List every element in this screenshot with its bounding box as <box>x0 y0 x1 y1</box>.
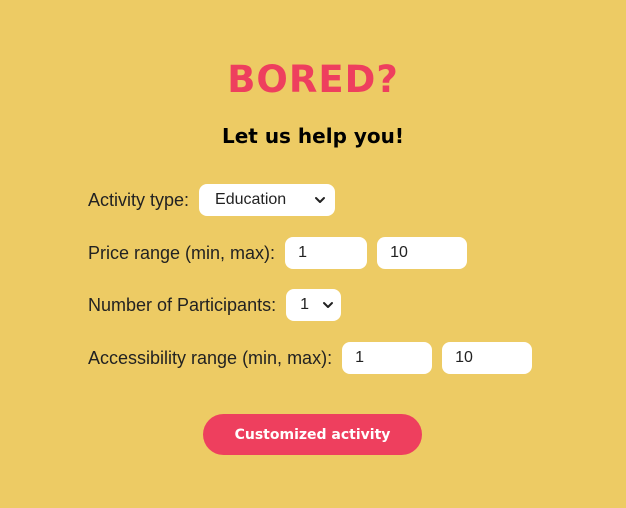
customized-activity-button[interactable]: Customized activity <box>203 414 422 455</box>
participants-label: Number of Participants: <box>88 294 277 315</box>
price-min-value: 1 <box>298 244 307 261</box>
participants-select[interactable]: 1 <box>286 289 342 321</box>
activity-type-row: Activity type: Education <box>88 183 336 217</box>
participants-value: 1 <box>300 296 309 313</box>
accessibility-range-label: Accessibility range (min, max): <box>88 347 333 368</box>
activity-type-label: Activity type: <box>88 189 190 210</box>
accessibility-min-value: 1 <box>355 349 364 366</box>
price-max-input[interactable]: 10 <box>377 237 468 269</box>
activity-type-select[interactable]: Education <box>199 184 336 216</box>
price-max-value: 10 <box>390 244 408 261</box>
price-min-input[interactable]: 1 <box>285 237 368 269</box>
accessibility-min-input[interactable]: 1 <box>342 342 433 374</box>
page-subtitle: Let us help you! <box>221 124 404 148</box>
page-title: BORED? <box>227 58 399 101</box>
chevron-down-icon <box>323 302 334 308</box>
price-range-label: Price range (min, max): <box>88 242 276 263</box>
participants-row: Number of Participants: 1 <box>88 288 342 322</box>
chevron-down-icon <box>315 197 326 203</box>
accessibility-max-input[interactable]: 10 <box>442 342 533 374</box>
activity-type-value: Education <box>215 191 287 208</box>
accessibility-max-value: 10 <box>455 349 473 366</box>
price-range-row: Price range (min, max): 1 10 <box>88 236 468 270</box>
accessibility-range-row: Accessibility range (min, max): 1 10 <box>88 341 533 375</box>
